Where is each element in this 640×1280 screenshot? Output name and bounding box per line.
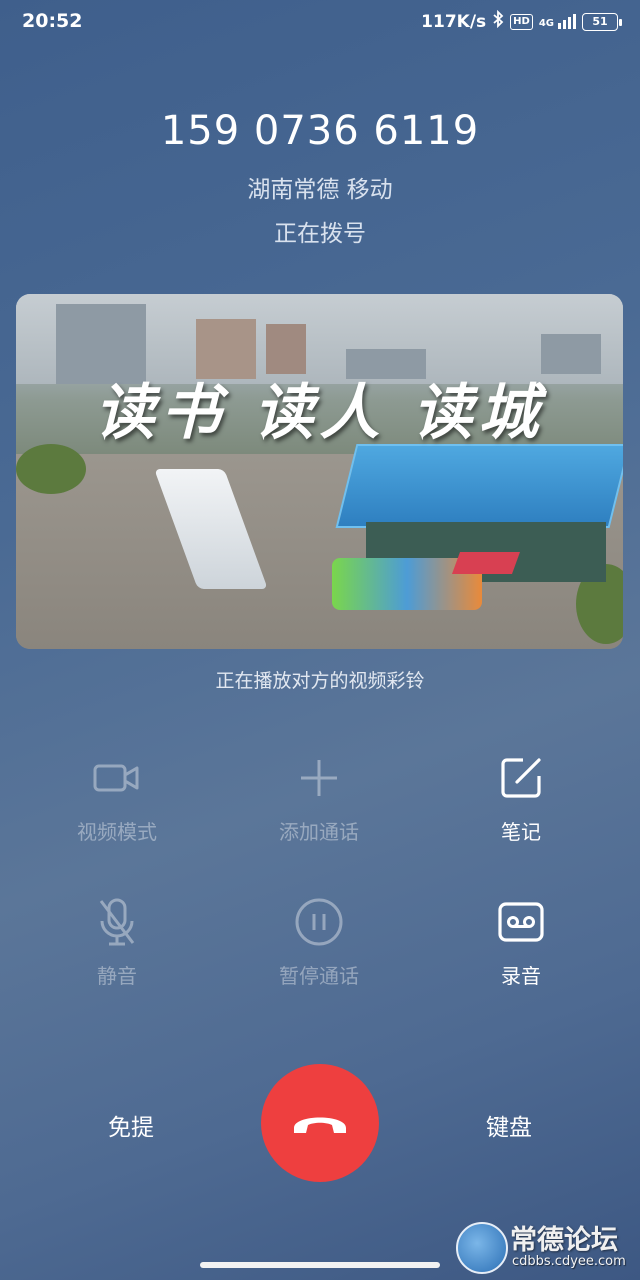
video-tree xyxy=(16,444,86,494)
video-tent xyxy=(335,444,623,528)
video-mode-button[interactable]: 视频模式 xyxy=(27,752,207,845)
signal-icon: 4G xyxy=(539,14,576,29)
add-call-button[interactable]: 添加通话 xyxy=(229,752,409,845)
record-label: 录音 xyxy=(501,964,541,988)
network-speed: 117K/s xyxy=(421,11,487,32)
watermark-url: cdbbs.cdyee.com xyxy=(512,1254,626,1269)
phone-hangup-icon xyxy=(294,1117,346,1133)
video-red-canopy xyxy=(451,552,521,574)
battery-level: 51 xyxy=(592,14,608,28)
bluetooth-icon xyxy=(492,9,504,33)
call-status: 正在拨号 xyxy=(274,221,366,247)
status-icons: 117K/s HD 4G 51 xyxy=(421,9,622,33)
phone-number: 159 0736 6119 xyxy=(160,108,480,154)
hold-label: 暂停通话 xyxy=(279,964,359,988)
status-bar: 20:52 117K/s HD 4G 51 xyxy=(0,0,640,44)
video-ringtone-caption: 正在播放对方的视频彩铃 xyxy=(215,670,425,692)
video-ringtone-player[interactable]: 读书 读人 读城 xyxy=(16,294,623,649)
record-button[interactable]: 录音 xyxy=(431,896,611,989)
video-overlay-title: 读书 读人 读城 xyxy=(94,378,545,448)
forum-logo-icon xyxy=(456,1222,508,1274)
mute-label: 静音 xyxy=(97,964,137,988)
home-indicator[interactable] xyxy=(200,1262,440,1268)
notes-button[interactable]: 笔记 xyxy=(431,752,611,845)
watermark-title: 常德论坛 xyxy=(510,1225,618,1256)
add-call-label: 添加通话 xyxy=(279,820,359,844)
network-type: 4G xyxy=(538,18,554,29)
clock: 20:52 xyxy=(22,10,83,32)
hold-button[interactable]: 暂停通话 xyxy=(229,896,409,989)
edit-note-icon xyxy=(431,752,611,804)
notes-label: 笔记 xyxy=(501,820,541,844)
mute-button[interactable]: 静音 xyxy=(27,896,207,989)
record-tape-icon xyxy=(431,896,611,948)
pause-icon xyxy=(229,896,409,948)
caller-location: 湖南常德 移动 xyxy=(247,177,393,203)
hd-icon: HD xyxy=(510,13,533,30)
plus-icon xyxy=(229,752,409,804)
video-mode-label: 视频模式 xyxy=(77,820,157,844)
keypad-button[interactable]: 键盘 xyxy=(464,1108,554,1142)
mic-off-icon xyxy=(27,896,207,948)
speaker-button[interactable]: 免提 xyxy=(86,1108,176,1142)
forum-watermark: 常德论坛 cdbbs.cdyee.com xyxy=(452,1218,636,1274)
video-camera-icon xyxy=(27,752,207,804)
battery-icon: 51 xyxy=(582,12,622,31)
hang-up-button[interactable] xyxy=(261,1064,379,1182)
